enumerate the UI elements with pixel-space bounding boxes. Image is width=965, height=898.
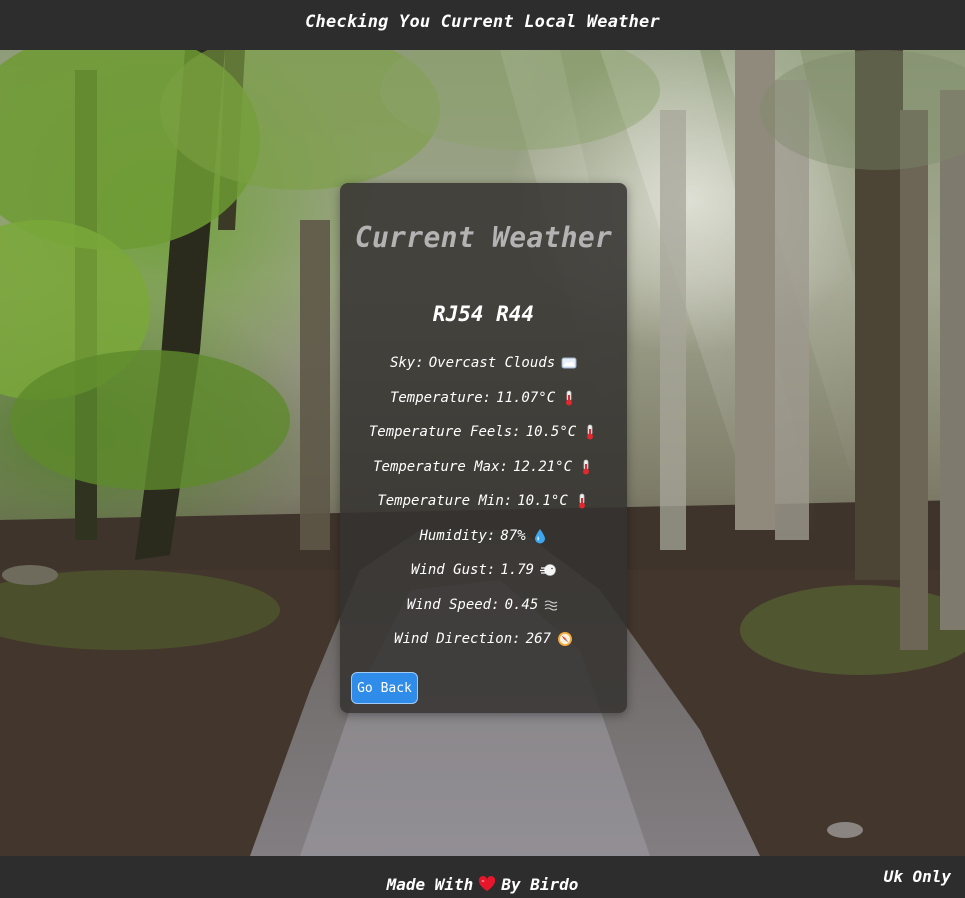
row-label: Sky: xyxy=(389,355,424,372)
footer-credit: Made With By Birdo xyxy=(0,874,965,898)
postcode-heading: RJ54 R44 xyxy=(432,302,535,326)
weather-row-temperature: Temperature: 11.07°C xyxy=(340,381,627,416)
compass-icon xyxy=(557,631,573,647)
row-value: 10.1°C xyxy=(517,493,568,510)
row-value: Overcast Clouds xyxy=(428,355,556,372)
row-label: Temperature Feels: xyxy=(368,424,521,441)
row-value: 87% xyxy=(500,527,526,544)
weather-row-humidity: Humidity: 87% xyxy=(340,519,627,554)
weather-row-sky: Sky: Overcast Clouds xyxy=(340,346,627,381)
row-value: 12.21°C xyxy=(513,458,573,475)
row-value: 0.45 xyxy=(504,596,539,613)
footer-credit-prefix: Made With xyxy=(386,875,474,894)
row-label: Temperature Max: xyxy=(373,458,508,475)
weather-details-list: Sky: Overcast Clouds Temperature: 11.07°… xyxy=(340,346,627,657)
weather-card: Current Weather RJ54 R44 Sky: Overcast C… xyxy=(340,183,627,713)
thermometer-icon xyxy=(582,424,598,440)
droplet-icon xyxy=(532,528,548,544)
weather-row-wind-direction: Wind Direction: 267 xyxy=(340,622,627,657)
thermometer-icon xyxy=(561,390,577,406)
row-value: 267 xyxy=(525,631,551,648)
weather-row-temperature-min: Temperature Min: 10.1°C xyxy=(340,484,627,519)
row-value: 10.5°C xyxy=(525,424,577,441)
footer-bar: Made With By Birdo Uk Only xyxy=(0,856,965,898)
cloud-icon xyxy=(561,355,577,371)
heart-icon xyxy=(478,876,496,898)
row-label: Humidity: xyxy=(419,527,496,544)
row-label: Wind Gust: xyxy=(411,562,496,579)
go-back-button[interactable]: Go Back xyxy=(351,672,418,704)
row-value: 1.79 xyxy=(500,562,535,579)
thermometer-icon xyxy=(578,459,594,475)
row-label: Wind Speed: xyxy=(406,596,500,613)
waves-icon xyxy=(544,597,560,613)
top-bar: Checking You Current Local Weather xyxy=(0,0,965,50)
card-title: Current Weather xyxy=(354,221,613,254)
wind-face-icon xyxy=(539,562,556,578)
page-title: Checking You Current Local Weather xyxy=(305,12,660,32)
footer-credit-suffix: By Birdo xyxy=(501,875,579,894)
weather-row-wind-gust: Wind Gust: 1.79 xyxy=(340,553,627,588)
row-value: 11.07°C xyxy=(496,389,556,406)
thermometer-icon xyxy=(574,493,590,509)
region-label: Uk Only xyxy=(883,867,951,886)
row-label: Temperature: xyxy=(389,389,492,406)
row-label: Temperature Min: xyxy=(377,493,513,510)
weather-row-temperature-feels: Temperature Feels: 10.5°C xyxy=(340,415,627,450)
weather-row-wind-speed: Wind Speed: 0.45 xyxy=(340,588,627,623)
row-label: Wind Direction: xyxy=(394,631,521,648)
weather-row-temperature-max: Temperature Max: 12.21°C xyxy=(340,450,627,485)
